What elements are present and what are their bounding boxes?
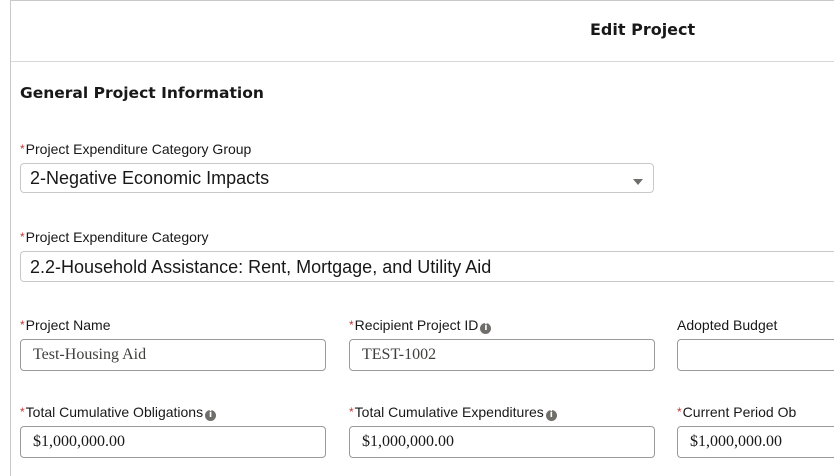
info-icon[interactable]: i: [205, 410, 217, 421]
required-marker: *: [20, 230, 25, 244]
recipient-project-id-input[interactable]: [349, 339, 655, 371]
adopted-budget-label-text: Adopted Budget: [677, 317, 778, 333]
total-cumulative-expenditures-label-text: Total Cumulative Expenditures: [354, 404, 544, 420]
total-cumulative-obligations-input[interactable]: [20, 426, 326, 458]
category-value: 2.2-Household Assistance: Rent, Mortgage…: [30, 257, 492, 277]
current-period-obligations-label: *Current Period Ob: [677, 404, 796, 420]
category-select[interactable]: 2.2-Household Assistance: Rent, Mortgage…: [20, 251, 834, 282]
category-group-value: 2-Negative Economic Impacts: [30, 168, 270, 188]
project-name-label-text: Project Name: [25, 317, 111, 333]
total-cumulative-obligations-label: *Total Cumulative Obligations i: [20, 404, 217, 421]
required-marker: *: [20, 405, 25, 419]
category-label-text: Project Expenditure Category: [25, 229, 209, 245]
total-cumulative-obligations-label-text: Total Cumulative Obligations: [25, 404, 204, 420]
info-icon[interactable]: i: [545, 410, 557, 421]
project-name-input[interactable]: [20, 339, 326, 371]
total-cumulative-expenditures-input[interactable]: [349, 426, 655, 458]
project-name-label: *Project Name: [20, 317, 110, 333]
required-marker: *: [349, 405, 354, 419]
adopted-budget-input[interactable]: [677, 339, 834, 371]
modal-title: Edit Project: [590, 20, 696, 39]
current-period-obligations-label-text: Current Period Ob: [682, 404, 797, 420]
current-period-obligations-input[interactable]: [677, 426, 834, 458]
chevron-down-icon: [633, 179, 643, 185]
required-marker: *: [20, 318, 25, 332]
category-group-label-text: Project Expenditure Category Group: [25, 141, 252, 157]
required-marker: *: [349, 318, 354, 332]
edit-project-modal: Edit Project General Project Information…: [10, 0, 834, 476]
category-group-label: *Project Expenditure Category Group: [20, 141, 251, 157]
required-marker: *: [20, 142, 25, 156]
required-marker: *: [677, 405, 682, 419]
category-group-select[interactable]: 2-Negative Economic Impacts: [20, 163, 654, 193]
recipient-project-id-label: *Recipient Project ID i: [349, 317, 492, 334]
total-cumulative-expenditures-label: *Total Cumulative Expenditures i: [349, 404, 557, 421]
info-icon[interactable]: i: [480, 323, 492, 334]
section-title: General Project Information: [20, 84, 264, 102]
category-label: *Project Expenditure Category: [20, 229, 209, 245]
modal-header: Edit Project: [11, 1, 834, 62]
recipient-project-id-label-text: Recipient Project ID: [354, 317, 479, 333]
adopted-budget-label: Adopted Budget: [677, 317, 777, 333]
